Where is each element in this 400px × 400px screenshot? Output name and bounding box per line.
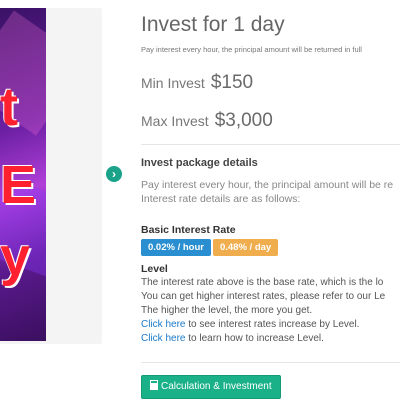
rate-badges: 0.02% / hour 0.48% / day: [141, 237, 280, 256]
divider: [141, 144, 400, 145]
banner-letter: t: [0, 77, 18, 137]
level-increase-text: to learn how to increase Level.: [185, 333, 324, 344]
promo-banner[interactable]: t E y: [0, 8, 46, 341]
level-text: The interest rate above is the base rate…: [141, 276, 385, 346]
package-details-line: Interest rate details are as follows:: [141, 193, 301, 205]
max-invest-value: $3,000: [214, 110, 273, 131]
min-invest-label: Min Invest: [141, 75, 205, 91]
max-invest: Max Invest $3,000: [141, 110, 273, 132]
package-details-title: Invest package details: [141, 157, 258, 169]
min-invest: Min Invest $150: [141, 72, 253, 94]
calculation-investment-button[interactable]: Calculation & Investment: [141, 375, 281, 399]
level-line: The higher the level, the more you get.: [141, 305, 313, 316]
hourly-rate-badge: 0.02% / hour: [141, 239, 211, 256]
level-title: Level: [141, 263, 168, 275]
level-rates-link[interactable]: Click here: [141, 319, 185, 330]
calculator-icon: [150, 380, 158, 390]
level-rates-row: Click here to see interest rates increas…: [141, 318, 385, 332]
level-increase-row: Click here to learn how to increase Leve…: [141, 332, 385, 346]
banner-letter: y: [0, 227, 31, 287]
chevron-right-icon[interactable]: ›: [106, 166, 122, 182]
package-details-line: Pay interest every hour, the principal a…: [141, 179, 394, 191]
interest-rate-title: Basic Interest Rate: [141, 224, 236, 236]
banner-letter: E: [0, 155, 37, 215]
level-rates-text: to see interest rates increase by Level.: [185, 319, 360, 330]
plan-subtitle: Pay interest every hour, the principal a…: [141, 45, 362, 54]
level-line: You can get higher interest rates, pleas…: [141, 291, 386, 302]
calculation-investment-label: Calculation & Investment: [161, 381, 272, 392]
max-invest-label: Max Invest: [141, 113, 209, 129]
plan-title: Invest for 1 day: [141, 13, 285, 36]
daily-rate-badge: 0.48% / day: [212, 239, 279, 256]
min-invest-value: $150: [210, 72, 254, 93]
package-details-text: Pay interest every hour, the principal a…: [141, 178, 393, 206]
level-increase-link[interactable]: Click here: [141, 333, 185, 344]
level-line: The interest rate above is the base rate…: [141, 277, 384, 288]
divider: [141, 362, 400, 363]
